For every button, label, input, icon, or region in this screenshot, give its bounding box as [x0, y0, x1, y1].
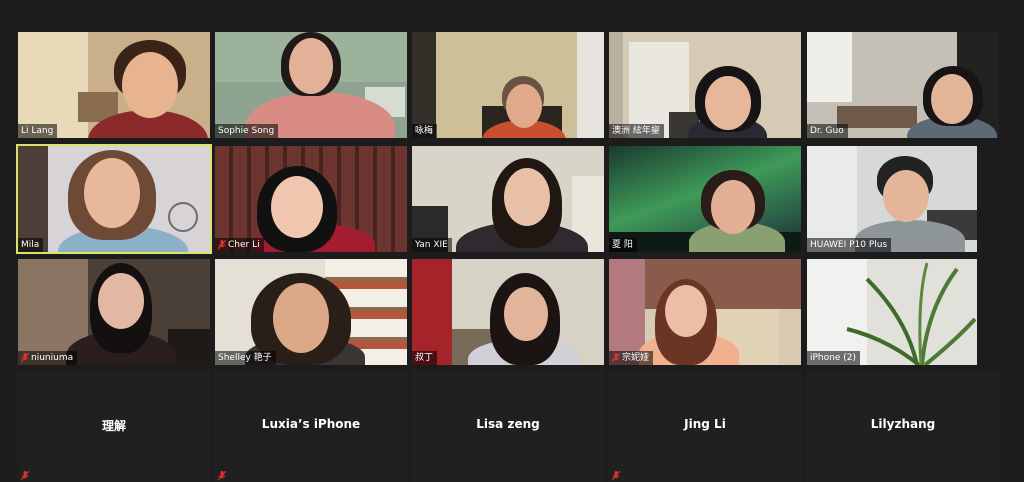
participant-video	[609, 32, 801, 138]
participant-name-tag: Yan XIE	[412, 238, 452, 252]
video-tile-xia-yang[interactable]: 夏 阳	[609, 146, 801, 252]
participant-video	[18, 146, 210, 252]
muted-mic-icon	[612, 471, 620, 481]
video-tile-shelley[interactable]: Shelley 艳子	[215, 259, 407, 365]
plant-leaves	[846, 262, 977, 365]
participant-video	[609, 259, 801, 365]
participant-name: 理解	[101, 419, 126, 433]
video-tile-yongmei[interactable]: 咏梅	[412, 32, 604, 138]
participant-name-tag: 咏梅	[412, 124, 438, 138]
participant-name-tag: Mila	[18, 238, 44, 252]
participant-video	[412, 32, 604, 138]
participant-name-tag: 宗妮娅	[609, 351, 654, 365]
participant-name: Lilyzhang	[870, 417, 936, 431]
video-tile-sophie-song[interactable]: Sophie Song	[215, 32, 407, 138]
participant-name-tag: Shelley 艳子	[215, 351, 276, 365]
participant-video	[215, 259, 407, 365]
participant-video	[807, 146, 977, 252]
participant-tile-jing-li[interactable]: Jing Li	[608, 370, 802, 482]
video-tile-zongniya[interactable]: 宗妮娅	[609, 259, 801, 365]
video-tile-dr-guo[interactable]: Dr. Guo	[807, 32, 999, 138]
video-tile-li-lang[interactable]: Li Lang	[18, 32, 210, 138]
video-tile-shuding[interactable]: 叔丁	[412, 259, 604, 365]
muted-mic-icon	[218, 471, 226, 481]
video-tile-aozhou[interactable]: 澳洲 絃年鋆	[609, 32, 801, 138]
participant-name: Jing Li	[684, 417, 726, 431]
muted-mic-icon	[21, 471, 29, 481]
participant-video	[807, 259, 977, 365]
participant-tile-lijie[interactable]: 理解	[17, 370, 211, 482]
participant-tile-luxias-iphone[interactable]: Luxia’s iPhone	[214, 370, 408, 482]
participant-video	[215, 146, 407, 252]
video-tile-huawei-p10-plus[interactable]: HUAWEI P10 Plus	[807, 146, 977, 252]
video-tile-niuniuma[interactable]: niuniuma	[18, 259, 210, 365]
participant-video	[609, 146, 801, 252]
participant-name-tag: iPhone (2)	[807, 351, 860, 365]
participant-name-tag: Li Lang	[18, 124, 58, 138]
participant-name: Lisa zeng	[476, 417, 540, 431]
video-tile-mila[interactable]: Mila	[16, 144, 212, 254]
video-tile-iphone-2[interactable]: iPhone (2)	[807, 259, 977, 365]
video-tile-cher-li[interactable]: Cher Li	[215, 146, 407, 252]
muted-mic-icon	[21, 353, 29, 363]
participant-name-tag: Cher Li	[215, 238, 264, 252]
participant-tile-lisa-zeng[interactable]: Lisa zeng	[411, 370, 605, 482]
participant-video	[215, 32, 407, 138]
participant-name-tag: Dr. Guo	[807, 124, 848, 138]
participant-name: Luxia’s iPhone	[261, 417, 361, 431]
muted-mic-icon	[612, 353, 620, 363]
participant-name-tag: Sophie Song	[215, 124, 279, 138]
muted-mic-icon	[218, 240, 226, 250]
participant-video	[807, 32, 999, 138]
participant-video	[18, 259, 210, 365]
participant-name-tag: 夏 阳	[609, 238, 637, 252]
participant-name-tag: 叔丁	[412, 351, 438, 365]
participant-name-tag: niuniuma	[18, 351, 78, 365]
participant-video	[412, 259, 604, 365]
participant-video	[18, 32, 210, 138]
participant-video	[412, 146, 604, 252]
participant-name-tag: HUAWEI P10 Plus	[807, 238, 892, 252]
participant-name-tag: 澳洲 絃年鋆	[609, 124, 664, 138]
video-tile-yan-xie[interactable]: Yan XIE	[412, 146, 604, 252]
participant-tile-lilyzhang[interactable]: Lilyzhang	[806, 370, 1000, 482]
